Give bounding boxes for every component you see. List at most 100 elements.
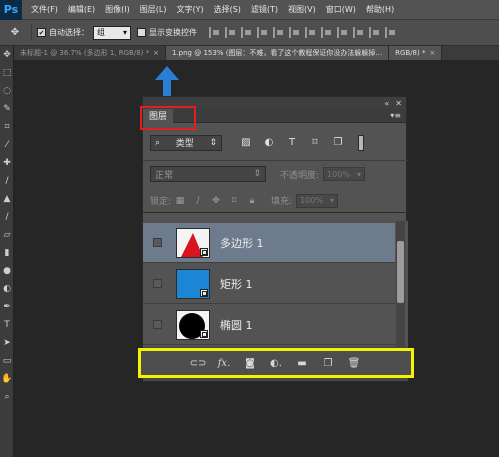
visibility-toggle[interactable] xyxy=(153,279,162,288)
filter-toggle[interactable] xyxy=(358,134,364,151)
layer-name: 多边形 1 xyxy=(220,236,264,250)
history-brush-icon[interactable]: ∕ xyxy=(0,208,14,226)
eyedropper-tool-icon[interactable]: ⁄ xyxy=(0,136,14,154)
lasso-tool-icon[interactable]: ◌ xyxy=(0,82,14,100)
lock-pixels-icon[interactable]: ∕ xyxy=(193,196,203,206)
tab-layers[interactable]: 图层 xyxy=(143,108,174,123)
menu-view[interactable]: 视图(V) xyxy=(283,4,321,15)
distribute-middle-icon[interactable] xyxy=(321,27,332,38)
delete-layer-icon[interactable]: 🗑︎ xyxy=(347,357,361,369)
move-tool-icon[interactable]: ✥ xyxy=(4,24,26,42)
align-bottom-icon[interactable] xyxy=(241,27,252,38)
chevron-down-icon: ▾ xyxy=(122,28,127,37)
distribute-center-icon[interactable] xyxy=(369,27,380,38)
tab-label: 1.png @ 153% (图层：不难，看了这个教程保证你没办法躲躲掉... xyxy=(172,49,383,57)
layer-effects-icon[interactable]: fx. xyxy=(217,357,231,369)
blur-tool-icon[interactable]: ● xyxy=(0,262,14,280)
brush-tool-icon[interactable]: ∕ xyxy=(0,172,14,190)
layer-scrollbar[interactable] xyxy=(396,221,405,347)
tab-label: RGB/8) * xyxy=(395,49,426,57)
text-filter-icon[interactable]: T xyxy=(286,137,298,149)
gradient-tool-icon[interactable]: ▮ xyxy=(0,244,14,262)
tab-document-2[interactable]: 1.png @ 153% (图层：不难，看了这个教程保证你没办法躲躲掉... xyxy=(166,46,390,60)
dodge-tool-icon[interactable]: ◐ xyxy=(0,280,14,298)
shape-tool-icon[interactable]: ▭ xyxy=(0,352,14,370)
panel-menu-icon[interactable]: ▾≡ xyxy=(390,111,401,120)
layer-row-rectangle[interactable]: 矩形 1 xyxy=(143,264,395,304)
tab-document-2-suffix[interactable]: RGB/8) * × xyxy=(389,46,443,60)
new-layer-icon[interactable]: ❐ xyxy=(321,357,335,369)
auto-select-checkbox[interactable]: ✔ xyxy=(37,28,46,37)
fill-field[interactable]: 100% ▾ xyxy=(296,193,339,208)
document-tabs: 未标题-1 @ 36.7% (多边形 1, RGB/8) * × 1.png @… xyxy=(14,46,499,60)
layer-mask-icon[interactable]: ◙ xyxy=(243,357,257,369)
menu-window[interactable]: 窗口(W) xyxy=(321,4,361,15)
hand-tool-icon[interactable]: ✋ xyxy=(0,370,14,388)
eraser-tool-icon[interactable]: ▱ xyxy=(0,226,14,244)
tab-document-1[interactable]: 未标题-1 @ 36.7% (多边形 1, RGB/8) * × xyxy=(14,46,166,60)
stamp-tool-icon[interactable]: ▲ xyxy=(0,190,14,208)
layer-name: 椭圆 1 xyxy=(220,318,253,332)
close-icon[interactable]: ✕ xyxy=(395,99,402,108)
smart-object-filter-icon[interactable]: ❐ xyxy=(332,137,344,149)
close-icon[interactable]: × xyxy=(429,49,435,57)
chevron-updown-icon: ⇕ xyxy=(253,169,261,179)
align-left-icon[interactable] xyxy=(257,27,268,38)
visibility-toggle[interactable] xyxy=(153,238,162,247)
menu-filter[interactable]: 滤镜(T) xyxy=(246,4,283,15)
layer-thumbnail xyxy=(176,268,210,299)
text-tool-icon[interactable]: T xyxy=(0,316,14,334)
align-buttons xyxy=(209,27,396,38)
search-icon: ⌕ xyxy=(155,137,161,148)
close-icon[interactable]: × xyxy=(153,49,159,57)
menu-edit[interactable]: 编辑(E) xyxy=(63,4,100,15)
path-select-tool-icon[interactable]: ➤ xyxy=(0,334,14,352)
menu-help[interactable]: 帮助(H) xyxy=(361,4,399,15)
healing-brush-icon[interactable]: ✚ xyxy=(0,154,14,172)
visibility-toggle[interactable] xyxy=(153,320,162,329)
adjustment-filter-icon[interactable]: ◐ xyxy=(263,137,275,149)
menu-layer[interactable]: 图层(L) xyxy=(135,4,172,15)
align-center-icon[interactable] xyxy=(273,27,284,38)
link-layers-icon[interactable]: ⊂⊃ xyxy=(190,357,207,369)
auto-select-label: 自动选择： xyxy=(49,28,89,37)
move-tool-icon[interactable]: ✥ xyxy=(0,46,14,64)
menu-file[interactable]: 文件(F) xyxy=(26,4,63,15)
lock-transparency-icon[interactable]: ▦ xyxy=(175,196,185,206)
align-top-icon[interactable] xyxy=(209,27,220,38)
photoshop-logo: Ps xyxy=(0,0,22,20)
lock-all-icon[interactable]: 🔒︎ xyxy=(247,196,257,206)
menu-select[interactable]: 选择(S) xyxy=(209,4,246,15)
lock-artboard-icon[interactable]: ⌑ xyxy=(229,196,239,206)
adjustment-layer-icon[interactable]: ◐. xyxy=(269,357,283,369)
opacity-label: 不透明度: xyxy=(280,170,320,181)
align-middle-icon[interactable] xyxy=(225,27,236,38)
layer-thumbnail xyxy=(176,309,210,340)
align-right-icon[interactable] xyxy=(289,27,300,38)
zoom-tool-icon[interactable]: ⌕ xyxy=(0,388,14,406)
quick-select-tool-icon[interactable]: ✎ xyxy=(0,100,14,118)
distribute-top-icon[interactable] xyxy=(305,27,316,38)
lock-position-icon[interactable]: ✥ xyxy=(211,196,221,206)
scrollbar-thumb[interactable] xyxy=(397,241,404,303)
tab-label: 未标题-1 @ 36.7% (多边形 1, RGB/8) * xyxy=(20,49,150,57)
image-filter-icon[interactable]: ▨ xyxy=(240,137,252,149)
crop-tool-icon[interactable]: ⌗ xyxy=(0,118,14,136)
filter-type-dropdown[interactable]: ⌕ 类型 ⇕ xyxy=(150,134,222,151)
auto-select-dropdown[interactable]: 组 ▾ xyxy=(93,25,131,40)
opacity-field[interactable]: 100% ▾ xyxy=(323,167,366,181)
show-transform-checkbox[interactable] xyxy=(137,28,146,37)
menu-image[interactable]: 图像(I) xyxy=(100,4,135,15)
menu-type[interactable]: 文字(Y) xyxy=(171,4,208,15)
blend-mode-dropdown[interactable]: 正常 ⇕ xyxy=(150,166,266,182)
collapse-icon[interactable]: « xyxy=(384,99,389,108)
marquee-tool-icon[interactable]: ⬚ xyxy=(0,64,14,82)
pen-tool-icon[interactable]: ✒ xyxy=(0,298,14,316)
distribute-right-icon[interactable] xyxy=(385,27,396,38)
distribute-bottom-icon[interactable] xyxy=(337,27,348,38)
layer-row-ellipse[interactable]: 椭圆 1 xyxy=(143,305,395,345)
new-group-icon[interactable]: ▬ xyxy=(295,357,309,369)
distribute-left-icon[interactable] xyxy=(353,27,364,38)
layer-row-polygon[interactable]: 多边形 1 xyxy=(143,223,395,263)
shape-filter-icon[interactable]: ⌑ xyxy=(309,137,321,149)
